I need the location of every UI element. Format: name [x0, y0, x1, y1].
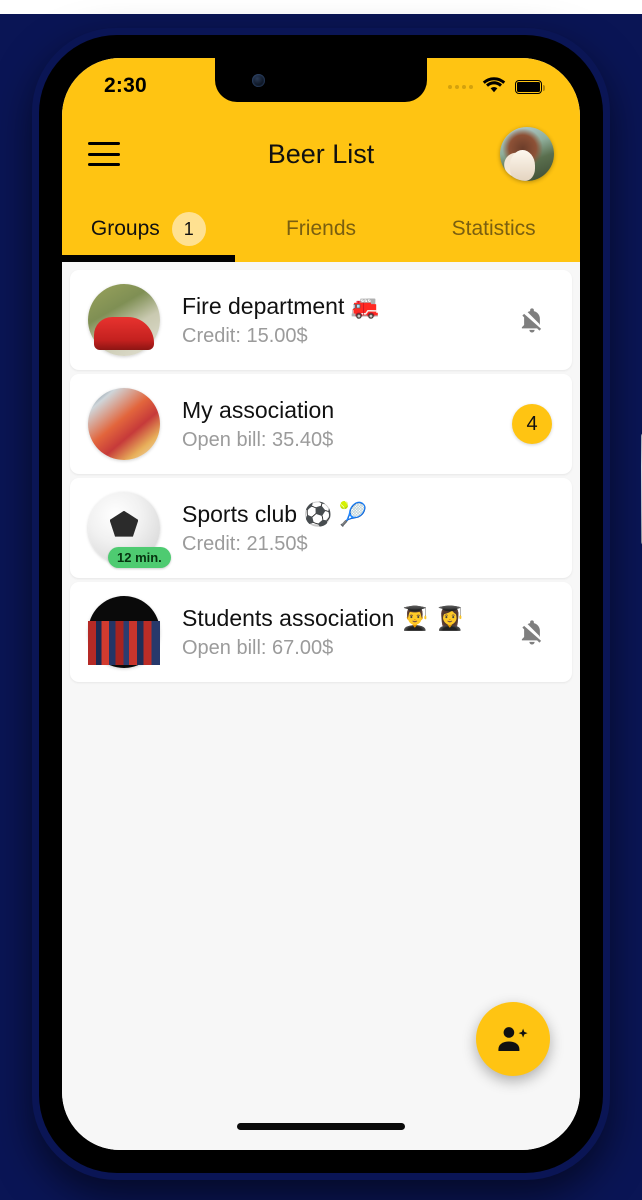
bell-off-icon[interactable]: [512, 612, 552, 652]
unread-count-badge: 4: [512, 404, 552, 444]
group-title: Students association 👨‍🎓 👩‍🎓: [182, 604, 465, 631]
list-item[interactable]: My association Open bill: 35.40$ 4: [70, 374, 572, 474]
phone-frame: 2:30 Beer List Groups 1 Friends Statisti…: [32, 28, 642, 1180]
list-item[interactable]: Fire department 🚒 Credit: 15.00$: [70, 270, 572, 370]
list-item-text: Students association 👨‍🎓 👩‍🎓 Open bill: …: [182, 605, 512, 660]
tab-groups-badge: 1: [171, 212, 206, 246]
top-white-strip: [0, 0, 642, 14]
tab-statistics[interactable]: Statistics: [407, 196, 580, 262]
wifi-icon: [482, 76, 506, 98]
tab-groups[interactable]: Groups 1: [62, 196, 235, 262]
front-camera-icon: [252, 74, 265, 87]
tab-bar: Groups 1 Friends Statistics: [62, 196, 580, 262]
status-indicators: [448, 76, 546, 98]
add-person-icon: [498, 1027, 528, 1051]
user-avatar[interactable]: [500, 127, 554, 181]
screenshot-canvas: 2:30 Beer List Groups 1 Friends Statisti…: [0, 0, 642, 1200]
list-item-text: Sports club ⚽ 🎾 Credit: 21.50$: [182, 501, 552, 556]
active-tab-indicator: [62, 255, 235, 262]
tab-statistics-label: Statistics: [451, 217, 536, 240]
status-clock: 2:30: [104, 74, 147, 97]
group-subtitle: Open bill: 35.40$: [182, 428, 334, 451]
group-subtitle: Open bill: 67.00$: [182, 636, 334, 659]
hamburger-menu-icon[interactable]: [88, 142, 120, 166]
group-subtitle: Credit: 15.00$: [182, 324, 308, 347]
group-avatar: 12 min.: [88, 492, 171, 568]
home-indicator: [237, 1123, 405, 1130]
list-item-text: My association Open bill: 35.40$: [182, 397, 512, 452]
group-title: Sports club ⚽ 🎾: [182, 500, 368, 527]
tab-friends-label: Friends: [285, 217, 357, 240]
list-item[interactable]: Students association 👨‍🎓 👩‍🎓 Open bill: …: [70, 582, 572, 682]
battery-icon: [515, 80, 546, 94]
device-notch: [215, 58, 427, 102]
app-bar: Beer List: [62, 112, 580, 196]
tab-groups-label: Groups: [90, 217, 160, 240]
phone-bezel: 2:30 Beer List Groups 1 Friends Statisti…: [39, 35, 603, 1173]
phone-screen: 2:30 Beer List Groups 1 Friends Statisti…: [62, 58, 580, 1150]
tab-friends[interactable]: Friends: [235, 196, 408, 262]
group-subtitle: Credit: 21.50$: [182, 532, 308, 555]
group-avatar: [88, 284, 160, 356]
time-badge: 12 min.: [108, 547, 171, 568]
group-avatar: [88, 596, 160, 668]
add-group-fab[interactable]: [476, 1002, 550, 1076]
list-item-text: Fire department 🚒 Credit: 15.00$: [182, 293, 512, 348]
list-item[interactable]: 12 min. Sports club ⚽ 🎾 Credit: 21.50$: [70, 478, 572, 578]
group-avatar: [88, 388, 160, 460]
group-title: Fire department 🚒: [182, 292, 380, 319]
group-title: My association: [182, 396, 335, 423]
signal-dots-icon: [448, 85, 473, 89]
bell-off-icon[interactable]: [512, 300, 552, 340]
